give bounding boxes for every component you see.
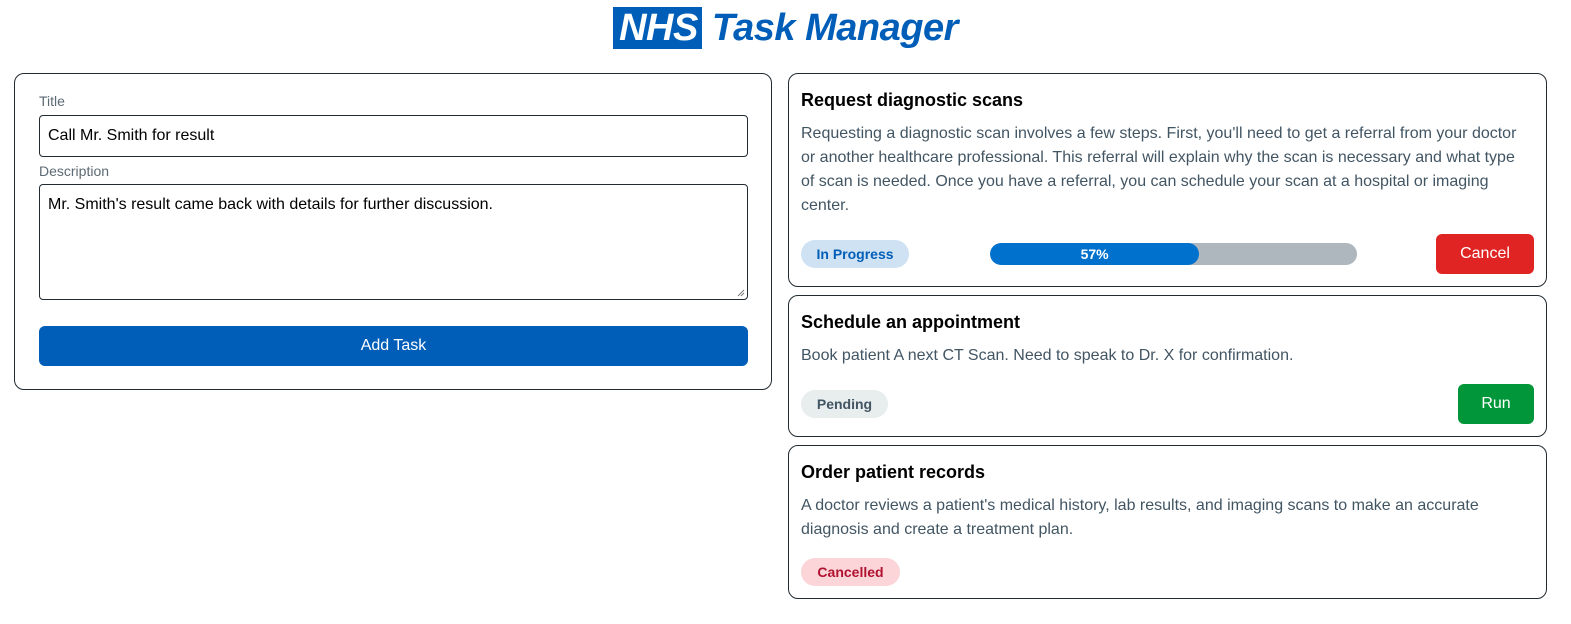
task-title: Schedule an appointment (801, 312, 1021, 332)
add-task-button[interactable]: Add Task (39, 326, 748, 366)
page-title: Task Manager (711, 7, 959, 49)
nhs-logo: NHS (613, 7, 702, 49)
description-text: Mr. Smith's result came back with detail… (48, 196, 493, 213)
task-card: Request diagnostic scans Requesting a di… (788, 73, 1547, 287)
resize-handle-icon[interactable] (737, 289, 745, 297)
description-textarea[interactable]: Mr. Smith's result came back with detail… (39, 184, 748, 300)
task-card: Order patient records A doctor reviews a… (788, 445, 1547, 599)
status-badge: Cancelled (801, 558, 900, 586)
page-header: NHS Task Manager (0, 6, 1571, 50)
task-card: Schedule an appointment Book patient A n… (788, 295, 1547, 437)
task-description: Requesting a diagnostic scan involves a … (801, 125, 1517, 214)
progress-label: 57% (1080, 246, 1109, 262)
title-label: Title (39, 93, 65, 109)
run-button[interactable]: Run (1458, 384, 1534, 424)
progress-bar: 57% (990, 243, 1357, 265)
task-title: Request diagnostic scans (801, 90, 1024, 110)
task-description: A doctor reviews a patient's medical his… (801, 497, 1479, 538)
title-input[interactable]: Call Mr. Smith for result (39, 115, 748, 157)
add-task-form: Title Call Mr. Smith for result Descript… (14, 73, 772, 390)
task-title: Order patient records (801, 462, 986, 482)
status-badge: In Progress (801, 240, 909, 268)
task-description: Book patient A next CT Scan. Need to spe… (801, 347, 1294, 364)
cancel-button[interactable]: Cancel (1436, 234, 1534, 274)
description-label: Description (39, 163, 110, 179)
status-badge: Pending (801, 390, 888, 418)
